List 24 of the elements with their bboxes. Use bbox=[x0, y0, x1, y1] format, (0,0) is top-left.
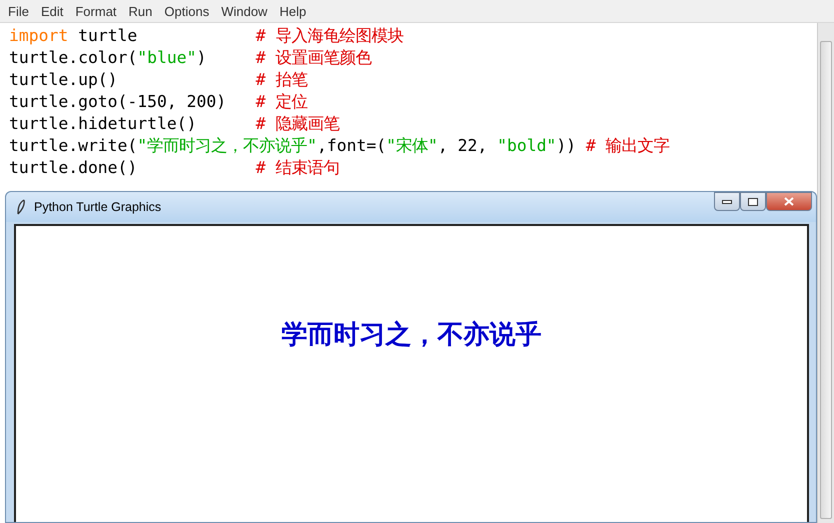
canvas-text: 学而时习之，不亦说乎 bbox=[282, 318, 542, 352]
feather-icon bbox=[16, 199, 26, 215]
menu-item[interactable]: Help bbox=[273, 4, 312, 18]
menu-item[interactable]: Options bbox=[158, 4, 216, 18]
menu-item[interactable]: Edit bbox=[34, 4, 70, 18]
menu-item[interactable]: Window bbox=[215, 4, 274, 18]
code-line: turtle.write("学而时习之，不亦说乎",font=("宋体", 22, "bold")) # 输出文字 bbox=[9, 135, 671, 157]
close-icon bbox=[784, 197, 794, 206]
code-line: turtle.hideturtle() # 隐藏画笔 bbox=[9, 113, 340, 135]
code-line: turtle.color("blue") # 设置画笔颜色 bbox=[9, 47, 373, 69]
minimize-button[interactable] bbox=[714, 192, 740, 211]
scrollbar[interactable] bbox=[817, 23, 834, 523]
menu-item[interactable]: File bbox=[2, 4, 35, 18]
code-line: import turtle # 导入海龟绘图模块 bbox=[9, 25, 404, 47]
minimize-icon bbox=[722, 200, 732, 204]
code-line: turtle.goto(-150, 200) # 定位 bbox=[9, 91, 308, 113]
window-title: Python Turtle Graphics bbox=[34, 200, 162, 214]
maximize-button[interactable] bbox=[740, 192, 766, 211]
code-line: turtle.up() # 抬笔 bbox=[9, 69, 308, 91]
maximize-icon bbox=[748, 198, 758, 206]
close-button[interactable] bbox=[766, 192, 812, 211]
code-line: turtle.done() # 结束语句 bbox=[9, 157, 340, 179]
menu-item[interactable]: Format bbox=[69, 4, 123, 18]
menu-item[interactable]: Run bbox=[122, 4, 158, 18]
